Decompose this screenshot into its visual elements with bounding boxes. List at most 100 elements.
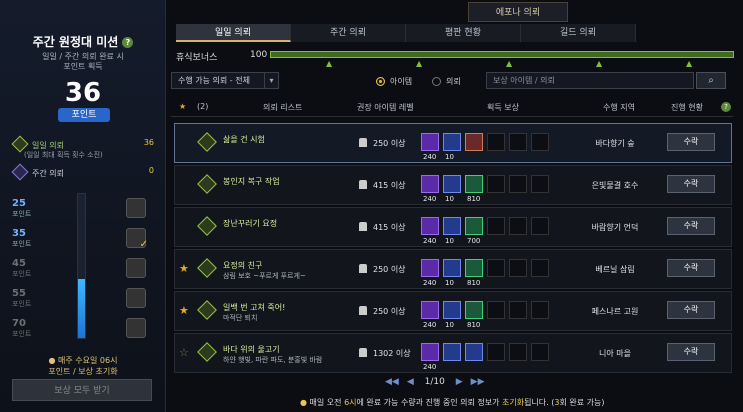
item-level-icon bbox=[359, 348, 367, 357]
reward-slot[interactable] bbox=[421, 175, 439, 193]
reward-count: 810 bbox=[467, 321, 481, 329]
reward-count: 240 bbox=[423, 195, 437, 203]
search-input[interactable]: 보상 아이템 / 의뢰 bbox=[486, 72, 694, 89]
reward-slot[interactable] bbox=[443, 217, 461, 235]
tier-reward-box[interactable] bbox=[126, 318, 146, 338]
reward-slot bbox=[531, 301, 549, 319]
quest-region: 바다향기 숲 bbox=[595, 139, 635, 148]
reward-slot[interactable] bbox=[421, 301, 439, 319]
note-reset: 초기화 bbox=[501, 398, 525, 407]
reward-slot[interactable] bbox=[421, 133, 439, 151]
favorite-star-icon[interactable]: ☆ bbox=[179, 346, 189, 359]
last-page-icon[interactable]: ▶▶ bbox=[471, 377, 485, 387]
tab-daily[interactable]: 일일 의뢰 bbox=[176, 24, 291, 42]
reward-slot bbox=[531, 133, 549, 151]
tier-45: 45 포인트 bbox=[12, 258, 31, 279]
quest-filter-select[interactable]: 수행 가능 의뢰 - 전체 ▾ bbox=[171, 72, 279, 89]
reward-slot[interactable] bbox=[421, 259, 439, 277]
tier-reward-box[interactable] bbox=[126, 198, 146, 218]
reward-slot[interactable] bbox=[443, 343, 461, 361]
reward-slot[interactable] bbox=[465, 217, 483, 235]
reward-slot[interactable] bbox=[443, 301, 461, 319]
tier-45-value: 45 bbox=[12, 258, 26, 269]
quest-region: 베르닐 삼림 bbox=[595, 265, 635, 274]
accept-button[interactable]: 수락 bbox=[667, 301, 715, 319]
reward-slot[interactable] bbox=[443, 259, 461, 277]
reset-note-1: 매주 수요일 06시 bbox=[58, 356, 118, 365]
quest-row[interactable]: 장난꾸러기 요정 415 이상 240 10 700 바람향기 언덕 수락 bbox=[174, 207, 732, 247]
reward-count: 700 bbox=[467, 237, 481, 245]
quest-row[interactable]: 봉인지 복구 작업 415 이상 240 10 810 은빛물결 호수 수락 bbox=[174, 165, 732, 205]
accept-button[interactable]: 수락 bbox=[667, 133, 715, 151]
alert-icon: ● bbox=[48, 356, 59, 365]
claim-all-button[interactable]: 보상 모두 받기 bbox=[12, 379, 152, 401]
daily-quest-icon bbox=[197, 258, 217, 278]
weekly-value: 0 bbox=[148, 166, 154, 175]
reward-slot[interactable] bbox=[465, 175, 483, 193]
quest-filter-value: 수행 가능 의뢰 - 전체 bbox=[178, 76, 250, 85]
reward-slot[interactable] bbox=[421, 343, 439, 361]
quest-subtitle: 삼림 보호 ~푸르게 푸르게~ bbox=[223, 272, 306, 280]
favorite-star-icon[interactable]: ★ bbox=[179, 304, 189, 317]
quest-level: 1302 이상 bbox=[373, 349, 411, 358]
quest-name: 바다 위의 울고기 bbox=[223, 345, 280, 354]
tier-reward-box[interactable]: ✓ bbox=[126, 228, 148, 250]
quest-level: 415 이상 bbox=[373, 181, 406, 190]
next-page-icon[interactable]: ▶ bbox=[456, 377, 463, 387]
radio-quest[interactable]: 의뢰 bbox=[432, 76, 461, 87]
rest-tick-icon: ▲ bbox=[686, 59, 693, 68]
prev-page-icon[interactable]: ◀ bbox=[407, 377, 414, 387]
col-quest-list: 의뢰 리스트 bbox=[263, 103, 303, 112]
quest-tabs: 일일 의뢰 주간 의뢰 평판 현황 길드 의뢰 bbox=[176, 24, 636, 42]
favorite-star-icon[interactable]: ★ bbox=[179, 262, 189, 275]
daily-reset-note: ● 매일 오전 6시에 완료 가능 수량과 진행 중인 의뢰 정보가 초기화됩니… bbox=[300, 397, 604, 408]
mission-title: 주간 원정대 미션? bbox=[0, 33, 166, 50]
quest-main-panel: 에포나 의뢰 일일 의뢰 주간 의뢰 평판 현황 길드 의뢰 휴식보너스 100… bbox=[166, 0, 743, 412]
daily-quest-icon bbox=[197, 132, 217, 152]
tab-reputation[interactable]: 평판 현황 bbox=[406, 24, 521, 42]
reward-slot[interactable] bbox=[421, 217, 439, 235]
reward-slot bbox=[509, 343, 527, 361]
accept-button[interactable]: 수락 bbox=[667, 217, 715, 235]
tab-weekly[interactable]: 주간 의뢰 bbox=[291, 24, 406, 42]
tier-25-unit: 포인트 bbox=[12, 210, 32, 218]
rest-tick-icon: ▲ bbox=[596, 59, 603, 68]
mission-progress-fill bbox=[78, 278, 85, 338]
quest-region: 페스나르 고원 bbox=[591, 307, 639, 316]
search-button[interactable]: ⌕ bbox=[696, 72, 726, 89]
reward-slot[interactable] bbox=[443, 133, 461, 151]
daily-value: 36 bbox=[143, 138, 154, 147]
reward-count: 10 bbox=[445, 279, 454, 287]
tab-guild[interactable]: 길드 의뢰 bbox=[521, 24, 636, 42]
quest-row[interactable]: 삶을 건 시험 250 이상 240 10 바다향기 숲 수락 bbox=[174, 123, 732, 163]
tier-70: 70 포인트 bbox=[12, 318, 31, 339]
tier-55-unit: 포인트 bbox=[12, 300, 32, 308]
accept-button[interactable]: 수락 bbox=[667, 259, 715, 277]
note-part: 회 완료 가능) bbox=[559, 398, 605, 407]
tier-reward-box[interactable] bbox=[126, 288, 146, 308]
alert-icon: ● bbox=[300, 398, 310, 407]
reward-slot bbox=[531, 259, 549, 277]
tier-reward-box[interactable] bbox=[126, 258, 146, 278]
reward-slot[interactable] bbox=[465, 259, 483, 277]
reward-count: 240 bbox=[423, 363, 437, 371]
reward-slot bbox=[509, 217, 527, 235]
first-page-icon[interactable]: ◀◀ bbox=[385, 377, 399, 387]
help-icon[interactable]: ? bbox=[122, 37, 134, 48]
reward-slot[interactable] bbox=[443, 175, 461, 193]
epona-quest-tab[interactable]: 에포나 의뢰 bbox=[468, 2, 568, 22]
radio-item[interactable]: 아이템 bbox=[376, 76, 412, 87]
tier-55: 55 포인트 bbox=[12, 288, 31, 309]
favorite-star-icon[interactable]: ★ bbox=[179, 102, 186, 111]
quest-row[interactable]: ★ 요정의 친구 삼림 보호 ~푸르게 푸르게~ 250 이상 240 10 810 베르닐 … bbox=[174, 249, 732, 289]
quest-subtitle: 하얀 햇빛, 파란 파도, 분홍빛 바람 bbox=[223, 356, 323, 364]
reward-slot[interactable] bbox=[465, 343, 483, 361]
accept-button[interactable]: 수락 bbox=[667, 175, 715, 193]
reward-slot[interactable] bbox=[465, 301, 483, 319]
reward-slot[interactable] bbox=[465, 133, 483, 151]
accept-button[interactable]: 수락 bbox=[667, 343, 715, 361]
quest-row[interactable]: ★ 일백 번 고쳐 죽어! 마적단 퇴치 250 이상 240 10 810 페스나르 고원 수… bbox=[174, 291, 732, 331]
quest-row[interactable]: ☆ 바다 위의 울고기하얀 햇빛, 파란 파도, 분홍빛 바람 1302 이상 240… bbox=[174, 333, 732, 373]
daily-quest-icon bbox=[197, 300, 217, 320]
help-icon[interactable]: ? bbox=[721, 102, 731, 112]
